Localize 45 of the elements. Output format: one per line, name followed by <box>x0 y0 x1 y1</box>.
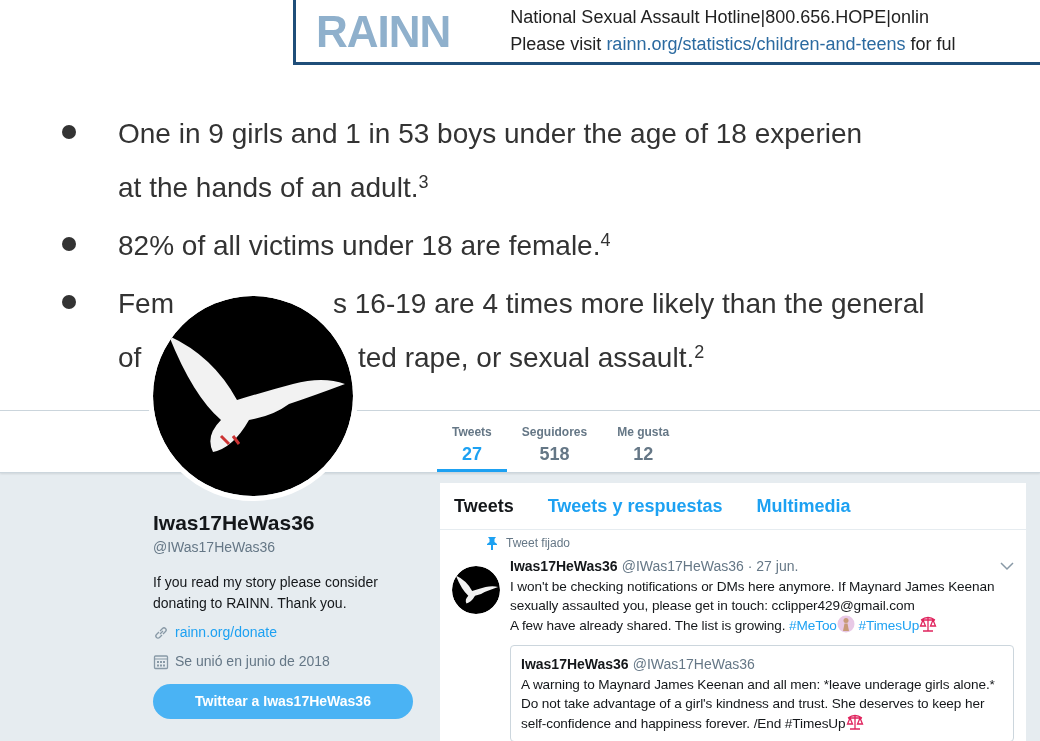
profile-stat-tab[interactable]: Tweets 27 <box>437 411 507 472</box>
rainn-logo: RAINN <box>316 9 451 54</box>
link-icon <box>153 624 169 641</box>
website-link[interactable]: rainn.org/donate <box>175 622 277 644</box>
statistic-text: One in 9 girls and 1 in 53 boys under the age of 18 experien <box>118 118 863 149</box>
author-handle: @IWas17HeWas36 <box>621 557 744 576</box>
tweet-text: A warning to Maynard James Keenan and all men: *leave underage girls alone.* Do not take advantage of a girl's kindness and trust. She deserves to keep her self-confidence and happiness forever. /End #TimesUp <box>521 676 996 733</box>
person-emoji-icon <box>836 615 855 633</box>
profile-stat-tab[interactable]: Seguidores 518 <box>506 411 603 472</box>
tweet-date[interactable]: · 27 jun. <box>747 556 799 577</box>
bullet-icon <box>62 125 76 139</box>
author-handle: @IWas17HeWas36 <box>632 655 755 674</box>
profile-handle: @IWas17HeWas36 <box>153 538 277 558</box>
statistic-text: 82% of all victims under 18 are female.$^{4}$ <box>118 230 611 261</box>
scales-emoji-icon <box>919 615 938 633</box>
joined-date: Se unió en junio de 2018 <box>175 652 330 672</box>
timeline-tab[interactable]: Tweets <box>454 492 514 520</box>
chevron-down-icon[interactable] <box>1000 561 1014 571</box>
scales-emoji-icon <box>845 713 864 731</box>
timeline-tab[interactable]: Multimedia <box>756 492 851 520</box>
statistic-text: at the hands of an adult.$^{3}$ <box>118 172 429 203</box>
statistic-text: s 16-19 are 4 times more likely than the general <box>333 288 925 319</box>
statistic-text: ted rape, or sexual assault.$^{2}$ <box>358 342 705 373</box>
hashtag-link[interactable]: #TimesUp <box>858 618 920 633</box>
hashtag-link[interactable]: #MeToo <box>789 618 837 633</box>
author-name: Iwas17HeWas36 <box>521 655 629 674</box>
bullet-icon <box>62 237 76 251</box>
timeline-tab[interactable]: Tweets y respuestas <box>547 492 723 520</box>
bullet-icon <box>62 295 76 309</box>
tweet-text: I won't be checking notifications or DMs here anymore. If Maynard James Keenan sexually assaulted you, please get in touch: cclipper429@gmail.com A few have already shared. The list is growing. #MeToo #TimesUp <box>510 578 996 635</box>
pin-icon <box>486 536 498 550</box>
profile-stat-tab[interactable]: Me gusta 12 <box>602 411 685 472</box>
statistics-link[interactable]: rainn.org/statistics/children-and-teens <box>606 33 906 54</box>
calendar-icon <box>153 653 169 670</box>
tweet-to-button[interactable]: Twittear a Iwas17HeWas36 <box>153 684 413 720</box>
hotline-text: National Sexual Assault Hotline|800.656.HOPE|onlin <box>510 5 930 29</box>
statistic-text: Fem <box>118 288 174 319</box>
author-name[interactable]: Iwas17HeWas36 <box>510 556 618 577</box>
statistic-text: of <box>118 342 142 373</box>
profile-bio: If you read my story please consider donating to RAINN. Thank you. <box>153 573 379 614</box>
quoted-tweet[interactable] <box>510 645 1014 741</box>
visit-text: Please visit rainn.org/statistics/children-and-teens for ful <box>510 32 956 56</box>
pinned-label: Tweet fijado <box>506 535 571 552</box>
profile-name: Iwas17HeWas36 <box>153 510 316 536</box>
dove-avatar-drawing[interactable] <box>452 566 500 614</box>
